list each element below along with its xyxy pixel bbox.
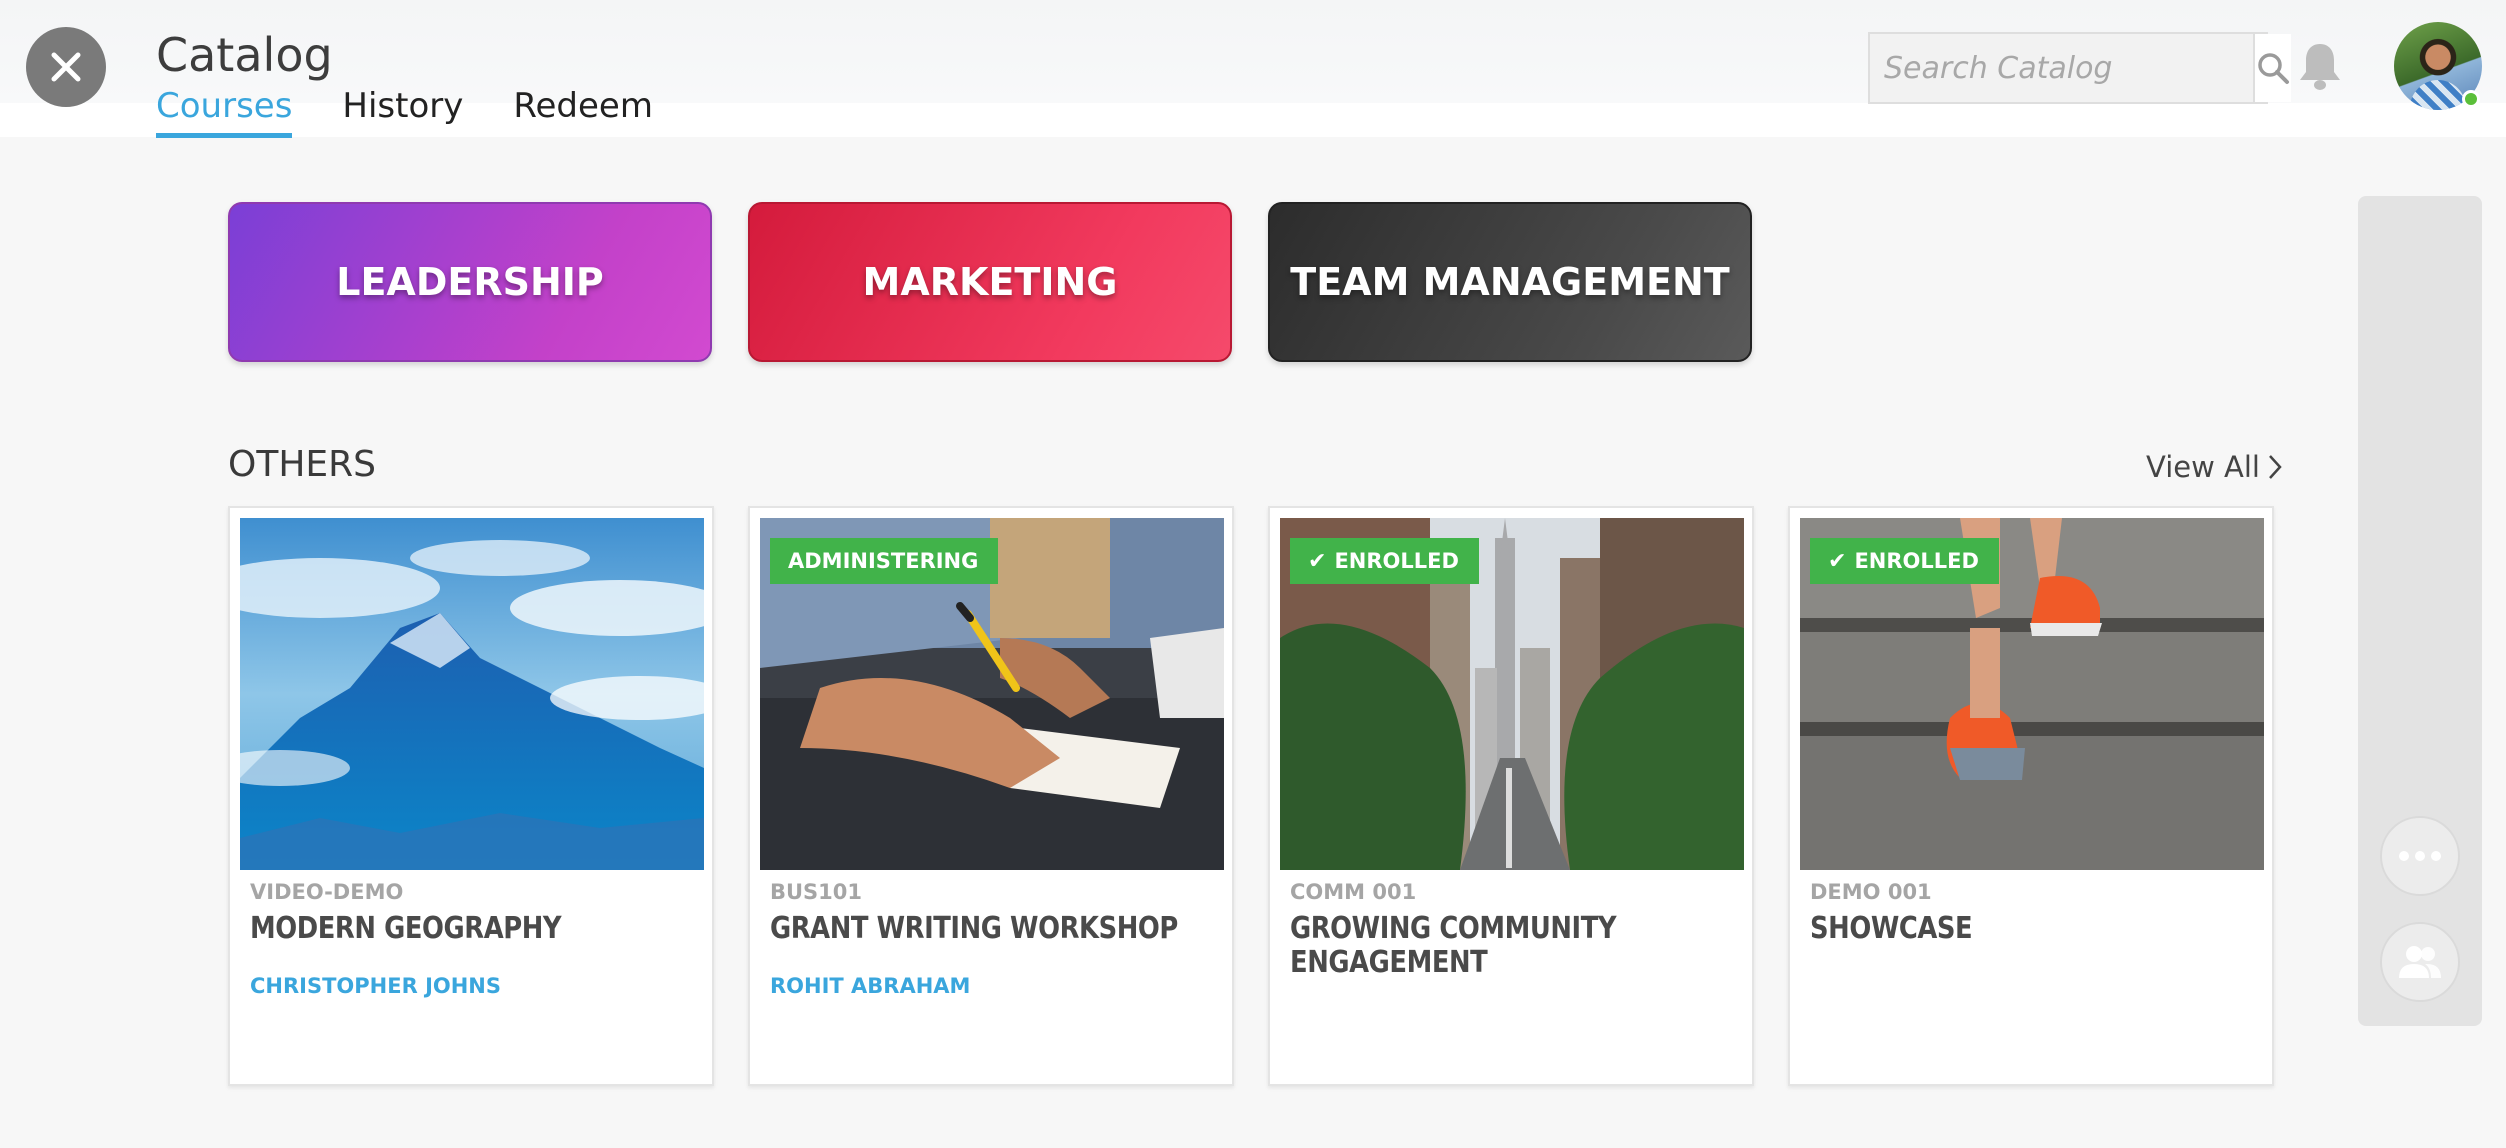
close-icon xyxy=(51,52,81,82)
search-input[interactable] xyxy=(1870,34,2253,102)
course-title: GRANT WRITING WORKSHOP xyxy=(770,911,1178,946)
search-icon xyxy=(2258,53,2289,84)
course-title: MODERN GEOGRAPHY xyxy=(250,911,562,946)
section-title: OTHERS xyxy=(228,444,377,485)
people-button[interactable] xyxy=(2380,922,2460,1002)
status-badge: ADMINISTERING xyxy=(770,538,999,584)
status-badge-label: ENROLLED xyxy=(1854,549,1979,573)
course-thumbnail: ✔ ENROLLED xyxy=(1800,518,2264,870)
course-thumbnail: ✔ ENROLLED xyxy=(1280,518,1744,870)
tab-redeem[interactable]: Redeem xyxy=(513,86,653,136)
search-button[interactable] xyxy=(2253,34,2291,102)
more-options-button[interactable] xyxy=(2380,816,2460,896)
category-marketing[interactable]: MARKETING xyxy=(748,202,1232,362)
more-horizontal-icon xyxy=(2399,851,2441,861)
status-badge: ✔ ENROLLED xyxy=(1290,538,1479,584)
status-badge-label: ENROLLED xyxy=(1334,549,1459,573)
tab-courses[interactable]: Courses xyxy=(156,86,293,138)
check-icon: ✔ xyxy=(1828,548,1847,574)
tab-bar: Courses History Redeem xyxy=(156,86,703,138)
notifications-button[interactable] xyxy=(2296,40,2344,92)
check-icon: ✔ xyxy=(1308,548,1327,574)
online-status-indicator xyxy=(2462,90,2480,108)
search-box xyxy=(1868,32,2291,104)
course-card[interactable]: VIDEO-DEMO MODERN GEOGRAPHY CHRISTOPHER … xyxy=(228,506,714,1086)
course-card[interactable]: ✔ ENROLLED DEMO 001 SHOWCASE xyxy=(1788,506,2274,1086)
course-title: SHOWCASE xyxy=(1810,911,1973,946)
avatar-figure xyxy=(2410,80,2466,110)
course-card[interactable]: ✔ ENROLLED COMM 001 GROWING COMMUNITY EN… xyxy=(1268,506,1754,1086)
course-code: VIDEO-DEMO xyxy=(250,880,404,904)
page-title: Catalog xyxy=(156,28,333,82)
course-code: BUS101 xyxy=(770,880,863,904)
course-thumbnail: ADMINISTERING xyxy=(760,518,1224,870)
view-all-link[interactable]: View All xyxy=(2146,450,2282,484)
course-thumbnail xyxy=(240,518,704,870)
chevron-right-icon xyxy=(2269,455,2282,479)
course-title: GROWING COMMUNITY ENGAGEMENT xyxy=(1290,911,1617,980)
course-card[interactable]: ADMINISTERING BUS101 GRANT WRITING WORKS… xyxy=(748,506,1234,1086)
status-badge: ✔ ENROLLED xyxy=(1810,538,1999,584)
course-code: DEMO 001 xyxy=(1810,880,1932,904)
course-author[interactable]: ROHIT ABRAHAM xyxy=(770,974,970,998)
category-team-management[interactable]: TEAM MANAGEMENT xyxy=(1268,202,1752,362)
tab-history[interactable]: History xyxy=(342,86,463,136)
side-panel xyxy=(2358,196,2482,1026)
bell-icon xyxy=(2300,44,2340,90)
course-code: COMM 001 xyxy=(1290,880,1417,904)
category-leadership[interactable]: LEADERSHIP xyxy=(228,202,712,362)
view-all-label: View All xyxy=(2146,450,2260,484)
course-author[interactable]: CHRISTOPHER JOHNS xyxy=(250,974,501,998)
people-icon xyxy=(2399,946,2441,978)
close-button[interactable] xyxy=(26,27,106,107)
